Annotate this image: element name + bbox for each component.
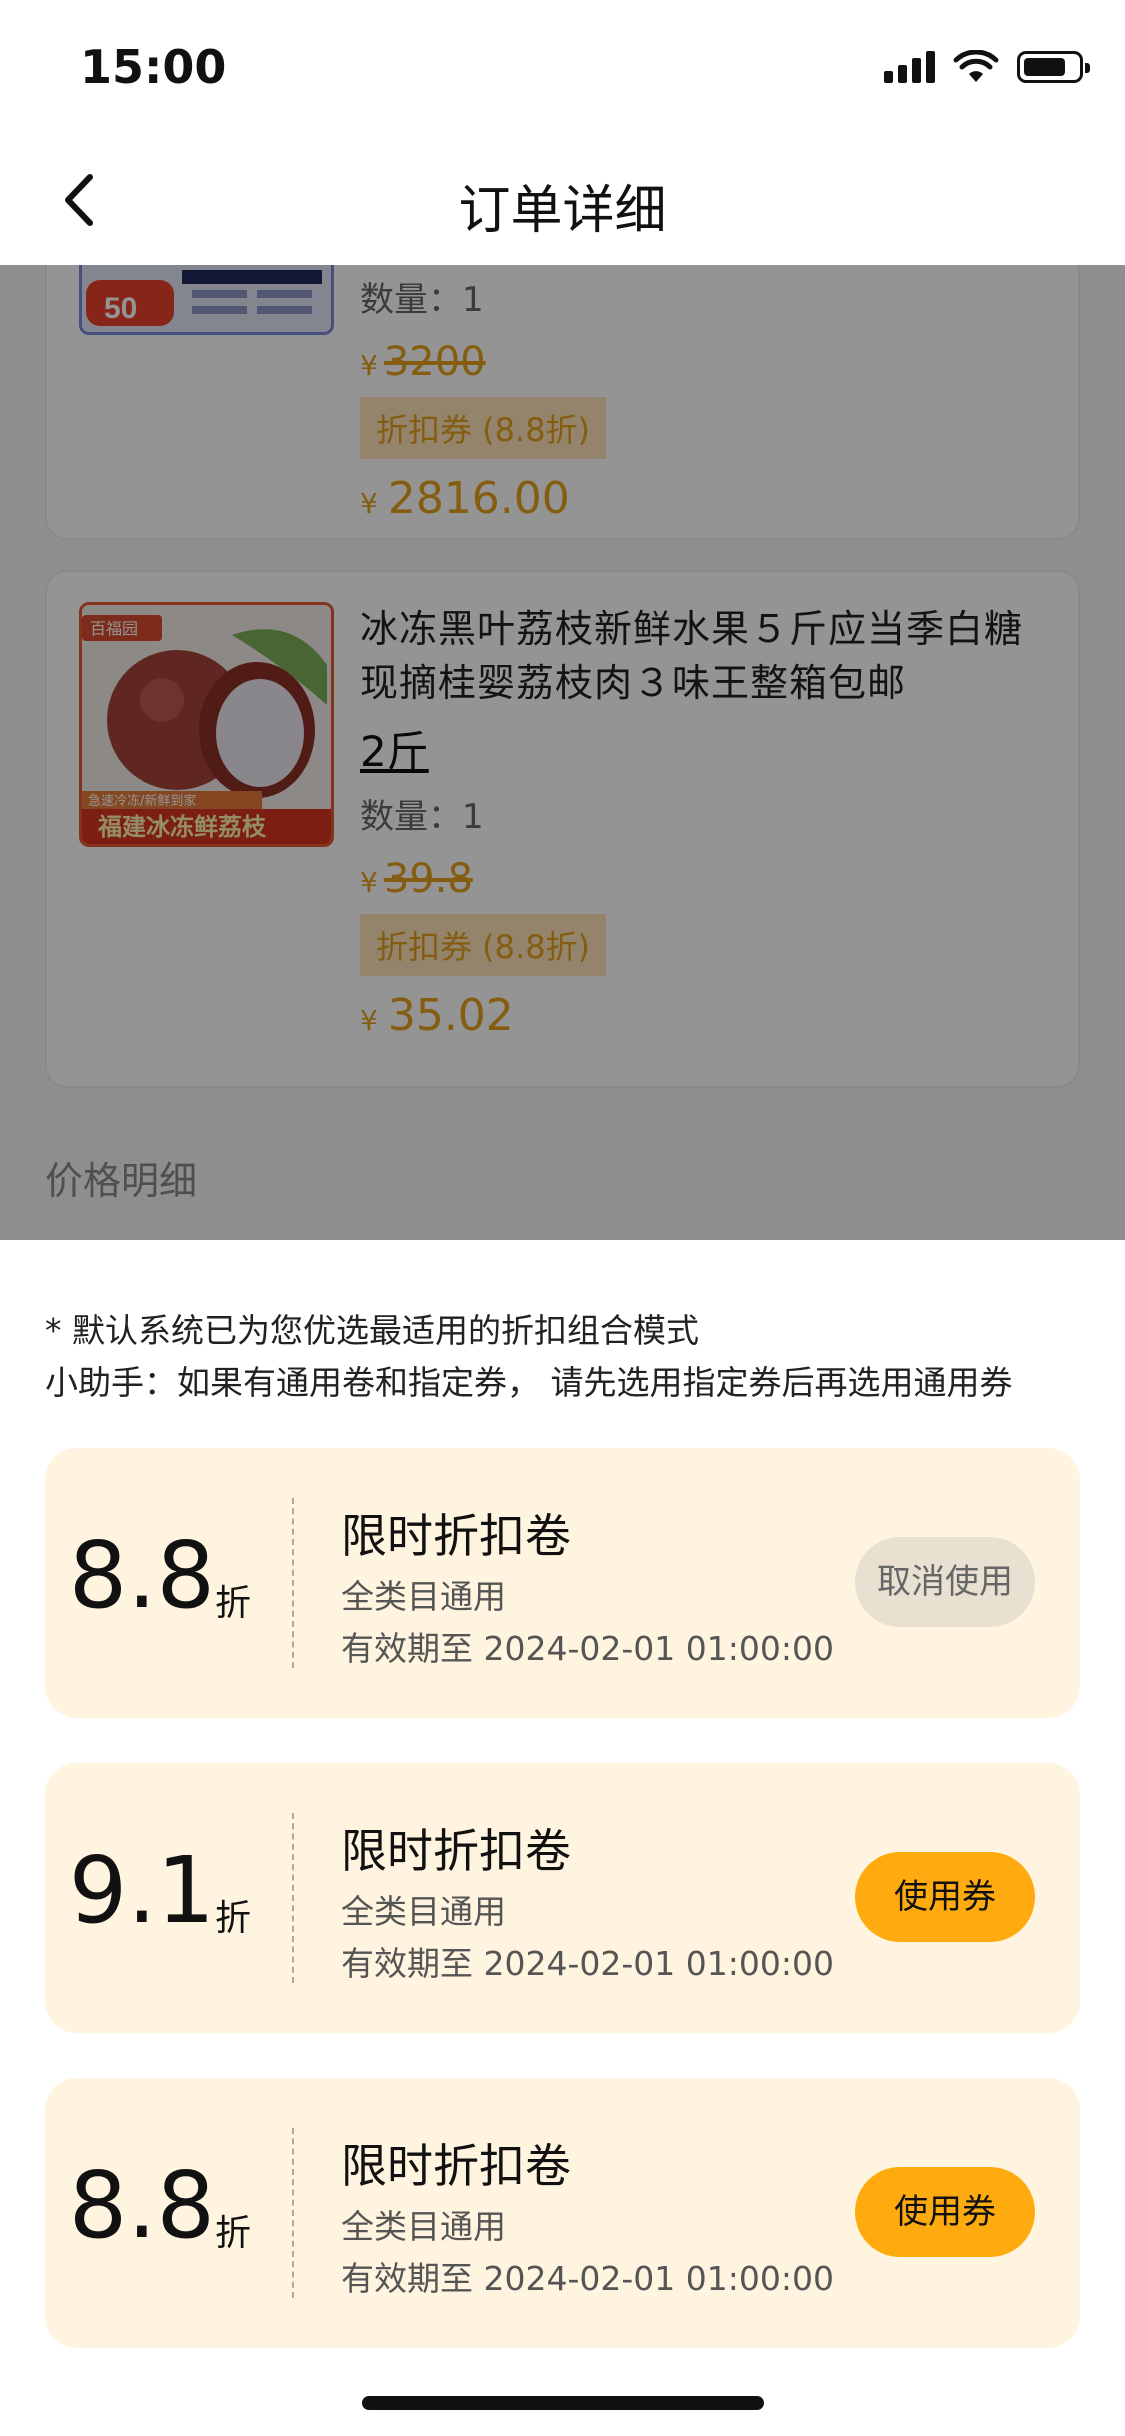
coupon-sheet: * 默认系统已为您优选最适用的折扣组合模式 小助手：如果有通用卷和指定券， 请先… [0,1240,1125,2436]
voucher-expiry: 有效期至 2024-02-01 01:00:00 [341,1629,834,1668]
voucher-title: 限时折扣卷 [341,1824,571,1878]
cancel-use-button[interactable]: 取消使用 [855,1537,1035,1627]
use-coupon-button[interactable]: 使用券 [855,2167,1035,2257]
page-title: 订单详细 [458,181,667,241]
nav-bar: 订单详细 [0,135,1125,265]
voucher-divider [292,1498,294,1668]
battery-icon [1017,51,1090,83]
voucher-divider [292,2128,294,2298]
status-icons [884,50,1090,84]
home-indicator[interactable] [362,2396,764,2410]
voucher-scope: 全类目通用 [341,2207,506,2246]
voucher-expiry: 有效期至 2024-02-01 01:00:00 [341,1944,834,1983]
voucher-card[interactable]: 9.1 折 限时折扣卷 全类目通用 有效期至 2024-02-01 01:00:… [45,1763,1080,2033]
voucher-title: 限时折扣卷 [341,2139,571,2193]
tip-text: * 默认系统已为您优选最适用的折扣组合模式 [45,1311,699,1350]
modal-overlay[interactable] [0,265,1125,1240]
voucher-expiry: 有效期至 2024-02-01 01:00:00 [341,2259,834,2298]
voucher-discount: 8.8 折 [68,1522,251,1629]
voucher-discount: 9.1 折 [68,1837,251,1944]
voucher-divider [292,1813,294,1983]
voucher-card[interactable]: 8.8 折 限时折扣卷 全类目通用 有效期至 2024-02-01 01:00:… [45,1448,1080,1718]
assistant-tip-text: 小助手：如果有通用卷和指定券， 请先选用指定券后再选用通用券 [45,1363,1013,1402]
voucher-discount: 8.8 折 [68,2152,251,2259]
wifi-icon [953,50,999,82]
voucher-scope: 全类目通用 [341,1892,506,1931]
voucher-card[interactable]: 8.8 折 限时折扣卷 全类目通用 有效期至 2024-02-01 01:00:… [45,2078,1080,2348]
cellular-signal-icon [884,51,935,83]
use-coupon-button[interactable]: 使用券 [855,1852,1035,1942]
status-time: 15:00 [80,40,227,94]
status-bar: 15:00 [0,0,1125,135]
voucher-scope: 全类目通用 [341,1577,506,1616]
voucher-title: 限时折扣卷 [341,1509,571,1563]
